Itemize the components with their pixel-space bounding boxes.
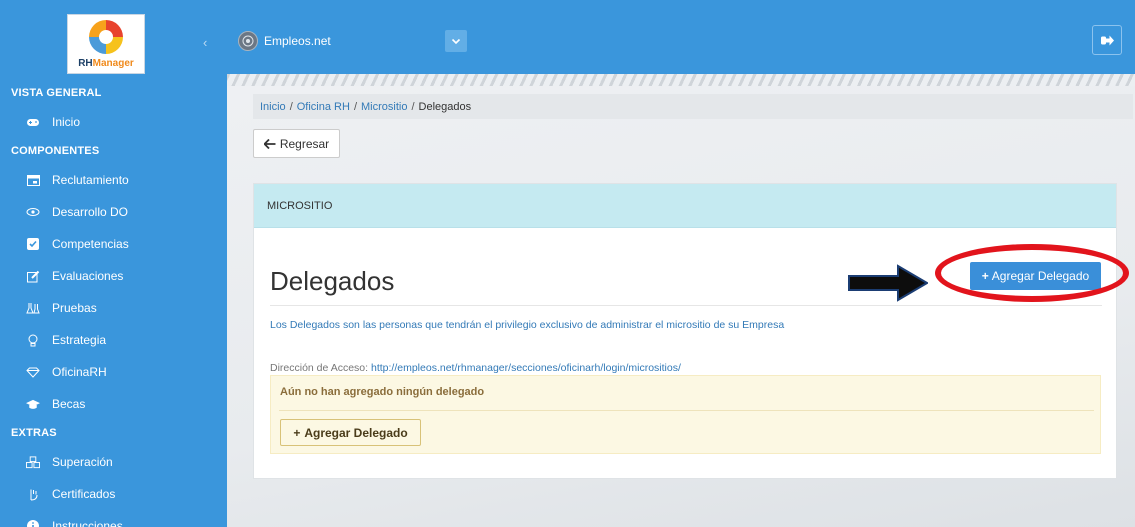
company-dropdown-button[interactable] (445, 30, 467, 52)
chevron-down-icon (451, 38, 461, 44)
breadcrumb-current: Delegados (418, 100, 472, 113)
graduation-cap-icon (26, 397, 40, 411)
sidebar-item-label: Certificados (52, 487, 116, 501)
sidebar-item-superacion[interactable]: Superación (0, 446, 227, 478)
sidebar-item-label: Instrucciones (52, 519, 123, 527)
divider (270, 305, 1102, 306)
sidebar-item-label: Superación (52, 455, 113, 469)
lightbulb-icon (26, 333, 40, 347)
company-logo-icon (238, 31, 258, 51)
breadcrumb: Inicio / Oficina RH / Micrositio / Delegado… (253, 94, 1133, 119)
eye-icon (26, 205, 40, 219)
sidebar-item-label: Becas (52, 397, 86, 411)
logo-text: RHManager (78, 57, 134, 69)
sidebar-item-competencias[interactable]: Competencias (0, 228, 227, 260)
access-url-link[interactable]: http://empleos.net/rhmanager/secciones/o… (371, 362, 681, 374)
plus-icon: + (293, 425, 301, 440)
sidebar-item-certificados[interactable]: Certificados (0, 478, 227, 510)
micrositio-panel: MICROSITIO Delegados + Agregar Delegado … (253, 183, 1117, 479)
breadcrumb-inicio[interactable]: Inicio (260, 101, 286, 113)
breadcrumb-micrositio[interactable]: Micrositio (361, 101, 407, 113)
logout-button[interactable] (1092, 25, 1122, 55)
arrow-left-icon (263, 138, 276, 149)
sidebar-item-label: Evaluaciones (52, 269, 124, 283)
back-button-label: Regresar (279, 136, 330, 151)
gamepad-icon (26, 115, 40, 129)
annotation-highlight-ellipse (935, 244, 1129, 302)
panel-header: MICROSITIO (254, 184, 1116, 228)
sidebar-item-label: Estrategia (52, 333, 107, 347)
sidebar-item-label: Pruebas (52, 301, 97, 315)
sidebar-section-vista-general: VISTA GENERAL (11, 87, 102, 99)
sidebar-item-label: Reclutamiento (52, 173, 129, 187)
chevron-left-icon[interactable]: ‹ (203, 35, 207, 50)
sidebar-item-inicio[interactable]: Inicio (0, 106, 227, 138)
breadcrumb-oficina-rh[interactable]: Oficina RH (297, 101, 350, 113)
main-content: Inicio / Oficina RH / Micrositio / Delegado… (227, 86, 1135, 527)
sidebar: RHManager ‹ VISTA GENERAL Inicio COMPONE… (0, 0, 227, 527)
sidebar-item-oficinarh[interactable]: OficinaRH (0, 356, 227, 388)
sidebar-item-becas[interactable]: Becas (0, 388, 227, 420)
sidebar-item-label: Competencias (52, 237, 129, 251)
annotation-arrow-icon (848, 264, 928, 302)
access-label: Dirección de Acceso: (270, 362, 369, 374)
add-delegate-button-secondary[interactable]: + Agregar Delegado (280, 419, 421, 446)
sidebar-item-label: Inicio (52, 115, 81, 129)
sidebar-item-evaluaciones[interactable]: Evaluaciones (0, 260, 227, 292)
sign-out-icon (1100, 35, 1114, 45)
calendar-icon (26, 173, 40, 187)
delegates-description: Los Delegados son las personas que tendr… (270, 319, 785, 331)
hand-icon (26, 487, 40, 501)
flask-icon (26, 301, 40, 315)
app-logo[interactable]: RHManager (67, 14, 145, 74)
edit-icon (26, 269, 40, 283)
access-address: Dirección de Acceso: http://empleos.net/… (270, 362, 681, 374)
back-button[interactable]: Regresar (253, 129, 340, 158)
sidebar-nav: VISTA GENERAL Inicio COMPONENTES Recluta… (0, 80, 227, 527)
empty-state-alert: Aún no han agregado ningún delegado + Ag… (270, 375, 1101, 454)
alert-divider (279, 410, 1094, 411)
diamond-icon (26, 365, 40, 379)
check-square-icon (26, 237, 40, 251)
add-delegate-secondary-label: Agregar Delegado (304, 425, 408, 440)
cubes-icon (26, 455, 40, 469)
header-texture (227, 74, 1135, 86)
page-title: Delegados (270, 266, 395, 296)
sidebar-item-label: OficinaRH (52, 365, 107, 379)
sidebar-item-estrategia[interactable]: Estrategia (0, 324, 227, 356)
empty-state-message: Aún no han agregado ningún delegado (280, 386, 485, 398)
sidebar-item-reclutamiento[interactable]: Reclutamiento (0, 164, 227, 196)
sidebar-item-label: Desarrollo DO (52, 205, 129, 219)
info-circle-icon (26, 519, 40, 527)
sidebar-section-extras: EXTRAS (11, 427, 57, 439)
sidebar-section-componentes: COMPONENTES (11, 145, 100, 157)
company-switcher[interactable]: Empleos.net (238, 31, 331, 51)
company-name: Empleos.net (264, 34, 331, 48)
sidebar-item-instrucciones[interactable]: Instrucciones (0, 510, 227, 527)
logo-mark-icon (89, 19, 123, 54)
top-bar: Empleos.net (227, 0, 1135, 74)
sidebar-item-pruebas[interactable]: Pruebas (0, 292, 227, 324)
sidebar-item-desarrollo-do[interactable]: Desarrollo DO (0, 196, 227, 228)
